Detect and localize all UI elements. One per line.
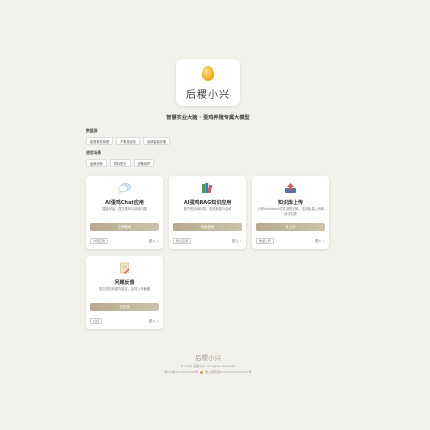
chevron-right-icon: › [239, 239, 241, 243]
page-subtitle: 智慧农业大脑 · 蛋鸡养殖专属大模型 [166, 115, 250, 121]
card-title: AI蛋鸡RAG知识应用 [183, 200, 232, 206]
enter-label: 进入 [148, 319, 156, 323]
icp-link[interactable]: 豫ICP备2024XXXXXX号 [164, 370, 198, 374]
enter-label: 进入 [314, 239, 322, 243]
card-tag: 知识应用 [173, 238, 192, 244]
upload-icon [285, 183, 296, 193]
card-tag: 数据上传 [256, 238, 275, 244]
enter-label: 进入 [148, 239, 156, 243]
chevron-right-icon: › [322, 239, 324, 243]
chat-bubble-icon [118, 182, 131, 194]
card-knowledge-upload[interactable]: 知识库上传 上传Markdown文件到知识库，支持批量上传和自动归类 去上传 数… [252, 176, 329, 249]
footer-copyright: © 2024 后稷小兴. All rights reserved. [180, 364, 236, 368]
enter-link[interactable]: 进入 › [149, 238, 158, 244]
card-description: 基于知识库问答，查找资源与百科 [183, 207, 232, 211]
go-upload-button[interactable]: 去上传 [256, 223, 325, 231]
card-description: 上传Markdown文件到知识库，支持批量上传和自动归类 [256, 207, 325, 216]
use-now-button[interactable]: 立即使用 [90, 223, 159, 231]
card-rag-app[interactable]: AI蛋鸡RAG知识应用 基于知识库问答，查找资源与百科 检索使用 知识应用 进入… [169, 176, 246, 249]
card-feedback[interactable]: 问题反馈 提交您的问题与建议，支持上传截图 去反馈 反馈 进入 › [86, 256, 163, 329]
golden-egg-icon [202, 66, 214, 81]
chip[interactable]: 饲料配方 [109, 159, 131, 167]
go-feedback-button[interactable]: 去反馈 [90, 303, 159, 311]
chip[interactable]: 设备维护 [133, 159, 155, 167]
enter-link[interactable]: 进入 › [149, 318, 158, 324]
footer-brand: 后稷小兴 [195, 354, 221, 362]
logo-name: 后稷小兴 [186, 90, 230, 101]
police-link[interactable]: 豫公网安备41XXXXXXXXXXXX号 [205, 370, 251, 374]
card-chat-app[interactable]: AI蛋鸡Chat应用 智能对话，提交蛋鸡与场景问题 立即使用 对话应用 进入 › [86, 176, 163, 249]
footer-icp: 豫ICP备2024XXXXXX号 豫公网安备41XXXXXXXXXXXX号 [0, 370, 416, 374]
chevron-right-icon: › [156, 319, 158, 323]
card-title: 知识库上传 [277, 200, 303, 206]
enter-link[interactable]: 进入 › [315, 238, 324, 244]
card-description: 提交您的问题与建议，支持上传截图 [99, 287, 150, 291]
card-description: 智能对话，提交蛋鸡与场景问题 [102, 207, 147, 211]
card-title: 问题反馈 [114, 280, 135, 286]
knowledge-books-icon [202, 183, 213, 194]
logo-card: 后稷小兴 [176, 59, 240, 106]
chip[interactable]: 智慧蛋禽管理 [86, 137, 114, 145]
chip[interactable]: 疫病诊断 [86, 159, 107, 167]
enter-link[interactable]: 进入 › [232, 238, 241, 244]
feedback-doc-icon [120, 262, 130, 274]
chip[interactable]: 产蛋量优化 [116, 137, 141, 145]
filter-label-scenario: 使用场景 [86, 150, 102, 155]
card-tag: 对话应用 [90, 238, 109, 244]
card-tag: 反馈 [90, 318, 103, 324]
card-title: AI蛋鸡Chat应用 [105, 200, 144, 206]
chevron-right-icon: › [156, 239, 158, 243]
police-badge-icon [200, 370, 204, 374]
filter-label-data-source: 数据源 [86, 128, 98, 133]
enter-label: 进入 [231, 239, 239, 243]
search-use-button[interactable]: 检索使用 [173, 223, 242, 231]
filter-chips-scenario: 疫病诊断 饲料配方 设备维护 [86, 159, 155, 167]
filter-chips-data-source: 智慧蛋禽管理 产蛋量优化 疾病智能诊断 [86, 137, 171, 145]
chip[interactable]: 疾病智能诊断 [143, 137, 171, 145]
